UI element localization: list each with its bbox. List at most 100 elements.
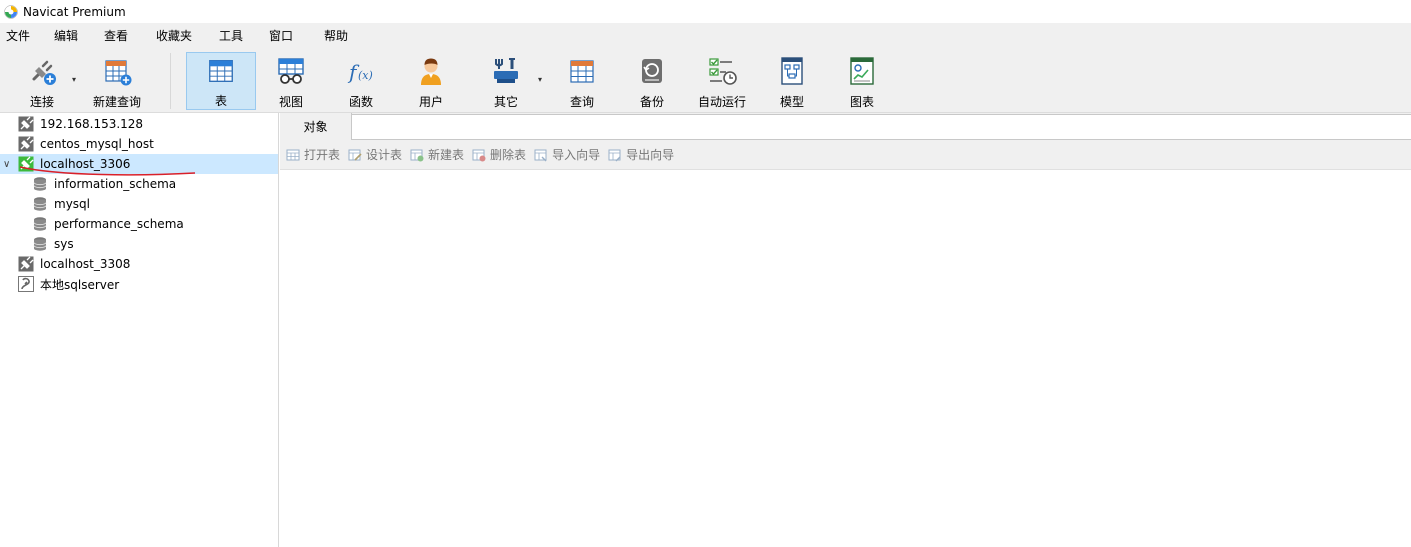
- chart-label: 图表: [849, 95, 874, 109]
- database-icon: [33, 177, 47, 191]
- connect-button[interactable]: 连接: [14, 52, 70, 110]
- tree-item-label: localhost_3308: [40, 257, 131, 271]
- other-button[interactable]: 其它: [474, 52, 538, 110]
- plug-icon: [32, 60, 56, 85]
- query-label: 查询: [569, 95, 594, 109]
- tree-item-connection[interactable]: centos_mysql_host: [0, 134, 278, 154]
- tree-item-connection[interactable]: 192.168.153.128: [0, 114, 278, 134]
- function-label: 函数: [348, 95, 373, 109]
- new-query-label: 新建查询: [92, 95, 141, 109]
- tree-item-database[interactable]: performance_schema: [0, 214, 278, 234]
- tree-item-label: centos_mysql_host: [40, 137, 154, 151]
- menu-help[interactable]: 帮助: [318, 23, 354, 49]
- user-label: 用户: [418, 95, 443, 109]
- toolbar-separator: [170, 53, 171, 109]
- tree-item-label: localhost_3306: [40, 157, 131, 171]
- new-query-button[interactable]: 新建查询: [88, 52, 146, 110]
- model-label: 模型: [779, 95, 804, 109]
- tree-item-label: performance_schema: [54, 217, 184, 231]
- database-icon: [33, 197, 47, 211]
- other-label: 其它: [493, 95, 518, 109]
- mysql-connection-icon: [18, 136, 34, 152]
- open-table-icon: [286, 149, 300, 160]
- database-icon: [33, 237, 47, 251]
- mysql-connection-icon: [18, 256, 34, 272]
- table-button[interactable]: 表: [186, 52, 256, 110]
- delete-table-button[interactable]: 删除表: [472, 146, 526, 163]
- tree-item-connection-selected[interactable]: ∨ localhost_3306: [0, 154, 278, 174]
- query-button[interactable]: 查询: [550, 52, 614, 110]
- svg-text:(x): (x): [358, 69, 373, 82]
- connection-tree: 192.168.153.128 centos_mysql_host ∨ loca…: [0, 113, 279, 547]
- tree-item-label: sys: [54, 237, 74, 251]
- connect-label: 连接: [29, 95, 54, 109]
- tree-item-database[interactable]: sys: [0, 234, 278, 254]
- tab-bar-empty: [352, 114, 1411, 139]
- new-query-icon: [105, 60, 132, 86]
- menu-bar: 文件 编辑 查看 收藏夹 工具 窗口 帮助: [0, 23, 1411, 49]
- view-icon: [278, 58, 304, 84]
- table-label: 表: [214, 94, 227, 108]
- mysql-connection-icon: [18, 116, 34, 132]
- database-icon: [33, 217, 47, 231]
- navicat-logo-icon: [4, 4, 18, 19]
- table-icon: [209, 60, 233, 82]
- delete-table-icon: [472, 149, 486, 161]
- object-toolbar: 打开表 设计表 新建表 删除表 导入向导 导出向导: [280, 140, 1411, 170]
- new-table-button[interactable]: 新建表: [410, 146, 464, 163]
- design-table-icon: [348, 149, 362, 161]
- chart-button[interactable]: 图表: [830, 52, 894, 110]
- open-table-button[interactable]: 打开表: [286, 146, 340, 163]
- backup-icon: [642, 59, 662, 83]
- tree-item-connection[interactable]: localhost_3308: [0, 254, 278, 274]
- tab-objects[interactable]: 对象: [280, 113, 352, 140]
- menu-file[interactable]: 文件: [0, 23, 36, 49]
- new-table-label: 新建表: [428, 148, 465, 162]
- tools-icon: [494, 58, 518, 83]
- tree-item-label: 本地sqlserver: [40, 277, 120, 292]
- function-button[interactable]: f (x) 函数: [328, 52, 394, 110]
- title-bar: Navicat Premium: [0, 0, 1411, 23]
- design-table-label: 设计表: [366, 148, 403, 162]
- user-button[interactable]: 用户: [398, 52, 464, 110]
- menu-favorites[interactable]: 收藏夹: [150, 23, 198, 49]
- other-dropdown-icon[interactable]: ▾: [538, 75, 542, 84]
- export-icon: [608, 149, 621, 161]
- menu-view[interactable]: 查看: [98, 23, 134, 49]
- model-icon: [781, 57, 803, 85]
- mysql-connected-icon: [18, 156, 34, 172]
- tree-item-connection[interactable]: 本地sqlserver: [0, 274, 278, 294]
- view-button[interactable]: 视图: [258, 52, 324, 110]
- model-button[interactable]: 模型: [760, 52, 824, 110]
- design-table-button[interactable]: 设计表: [348, 146, 402, 163]
- tree-item-label: mysql: [54, 197, 90, 211]
- export-wizard-button[interactable]: 导出向导: [608, 146, 674, 163]
- query-icon: [570, 60, 594, 83]
- backup-button[interactable]: 备份: [620, 52, 684, 110]
- tab-bar: 对象: [280, 113, 1411, 140]
- object-pane: 对象 打开表 设计表 新建表 删除表 导入向导 导出向导: [280, 113, 1411, 547]
- menu-tools[interactable]: 工具: [213, 23, 249, 49]
- tree-item-database[interactable]: mysql: [0, 194, 278, 214]
- import-wizard-button[interactable]: 导入向导: [534, 146, 600, 163]
- menu-window[interactable]: 窗口: [263, 23, 299, 49]
- delete-table-label: 删除表: [490, 148, 527, 162]
- chevron-down-icon[interactable]: ∨: [3, 159, 10, 170]
- main-toolbar: 连接 ▾ 新建查询 表 视图 f (x) 函数 用户 其它 ▾ 查询 备份 自动…: [0, 49, 1411, 113]
- schedule-icon: [709, 58, 737, 85]
- chart-icon: [850, 57, 874, 85]
- export-wizard-label: 导出向导: [626, 148, 675, 162]
- tree-item-database[interactable]: information_schema: [0, 174, 278, 194]
- open-table-label: 打开表: [304, 148, 341, 162]
- auto-run-button[interactable]: 自动运行: [690, 52, 754, 110]
- import-icon: [534, 149, 547, 161]
- menu-edit[interactable]: 编辑: [48, 23, 84, 49]
- window-title: Navicat Premium: [23, 4, 126, 19]
- view-label: 视图: [278, 95, 303, 109]
- connect-dropdown-icon[interactable]: ▾: [72, 75, 76, 84]
- tree-item-label: information_schema: [54, 177, 177, 191]
- auto-run-label: 自动运行: [697, 95, 746, 109]
- import-wizard-label: 导入向导: [552, 148, 601, 162]
- backup-label: 备份: [639, 95, 664, 109]
- sqlserver-connection-icon: [18, 276, 34, 292]
